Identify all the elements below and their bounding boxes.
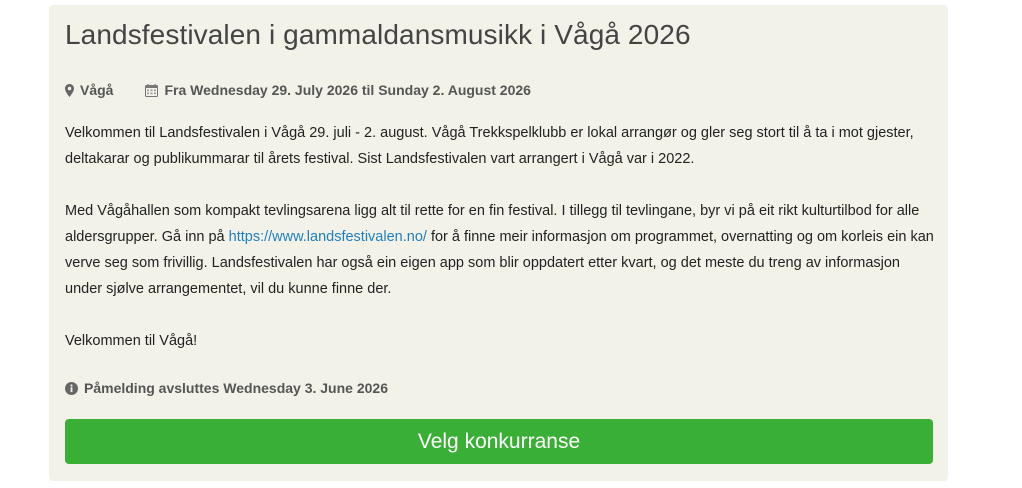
description-paragraph-3: Velkommen til Vågå!: [65, 333, 198, 349]
event-meta: Vågå Fra Wednesday 29. July 2026 til Sun…: [65, 82, 531, 98]
registration-deadline-text: Påmelding avsluttes Wednesday 3. June 20…: [84, 380, 388, 396]
event-location-text: Vågå: [80, 82, 114, 98]
calendar-icon: [145, 83, 159, 97]
info-circle-icon: [65, 381, 78, 395]
festival-website-link[interactable]: https://www.landsfestivalen.no/: [229, 229, 427, 245]
event-title: Landsfestivalen i gammaldansmusikk i Våg…: [65, 19, 691, 50]
description-paragraph-1: Velkommen til Landsfestivalen i Vågå 29.…: [65, 125, 914, 167]
map-marker-icon: [65, 83, 74, 97]
registration-deadline: Påmelding avsluttes Wednesday 3. June 20…: [65, 380, 388, 396]
select-competition-button[interactable]: Velg konkurranse: [65, 419, 933, 464]
event-location: Vågå: [65, 82, 113, 98]
description-paragraph-2: Med Vågåhallen som kompakt tevlingsarena…: [65, 198, 935, 302]
event-dates-text: Fra Wednesday 29. July 2026 til Sunday 2…: [164, 82, 531, 98]
event-description: Velkommen til Landsfestivalen i Vågå 29.…: [65, 120, 935, 380]
event-dates: Fra Wednesday 29. July 2026 til Sunday 2…: [145, 82, 531, 98]
event-card: Landsfestivalen i gammaldansmusikk i Våg…: [49, 5, 948, 481]
